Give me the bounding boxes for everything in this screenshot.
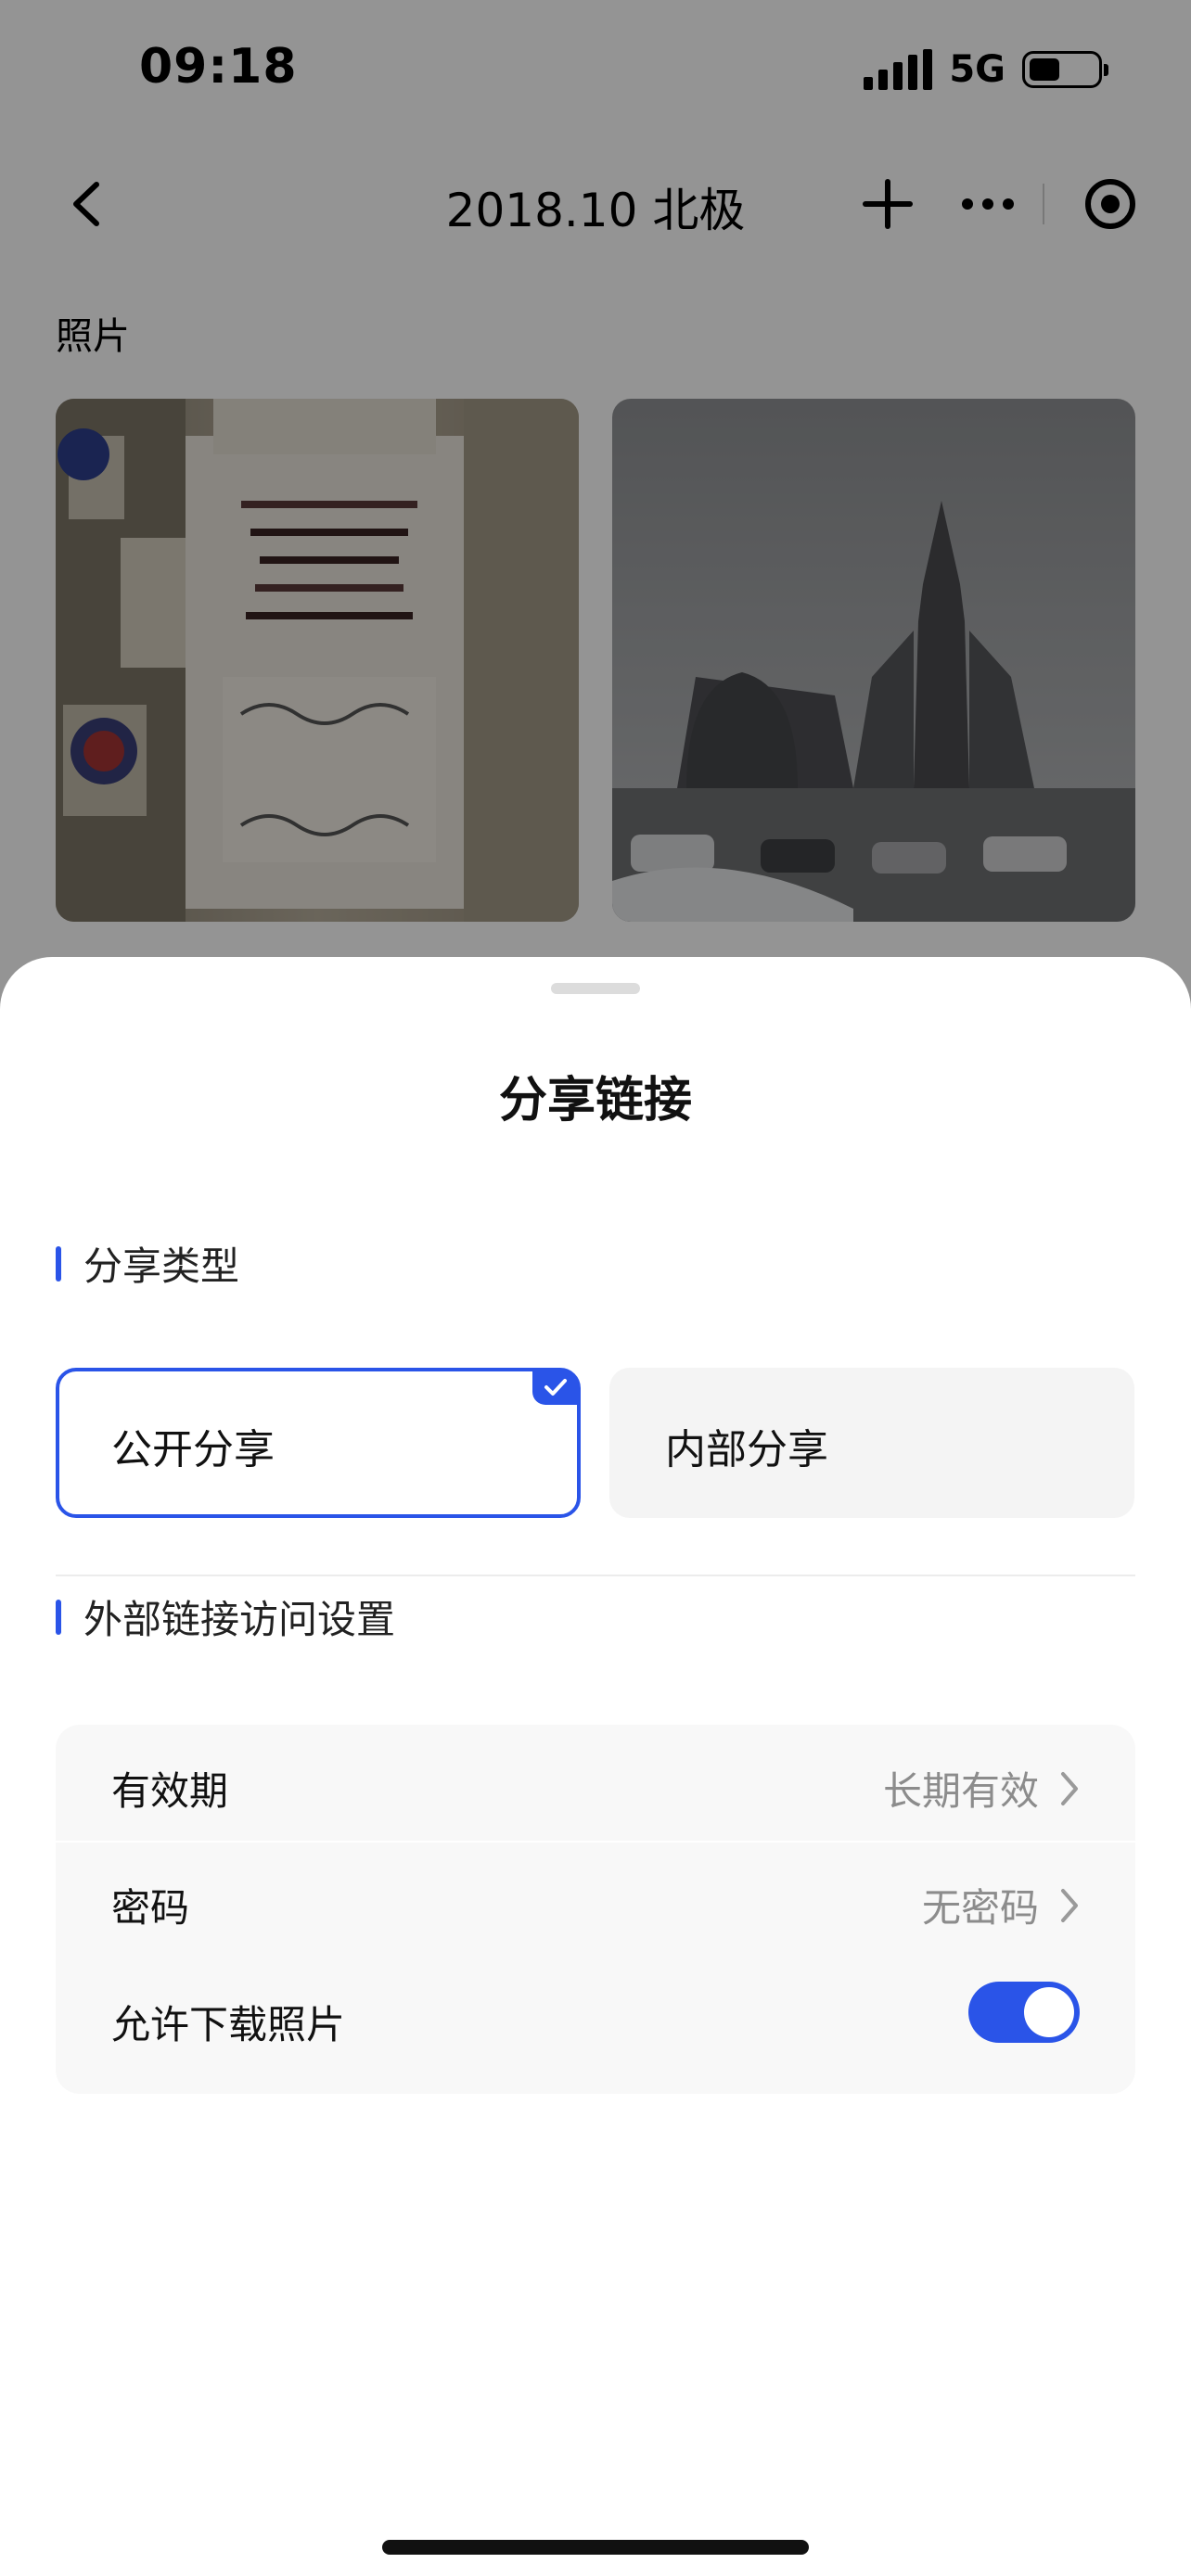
expiry-label: 有效期 <box>111 1768 229 1814</box>
expiry-row[interactable]: 有效期 长期有效 <box>56 1725 1135 1843</box>
access-settings-card: 有效期 长期有效 密码 无密码 允许下载照片 <box>56 1725 1135 2094</box>
chevron-right-icon <box>1061 1888 1078 1922</box>
section-accent-bar <box>56 1599 61 1635</box>
home-indicator[interactable] <box>382 2540 809 2555</box>
download-row: 允许下载照片 <box>56 1958 1135 2074</box>
share-link-sheet: 分享链接 分享类型 公开分享 内部分享 外部链接访问设置 有效期 长期有效 密码… <box>0 957 1191 2576</box>
sheet-title: 分享链接 <box>498 1073 692 1129</box>
expiry-value: 长期有效 <box>882 1768 1039 1814</box>
share-type-heading-text: 分享类型 <box>83 1243 240 1289</box>
expiry-value-wrap: 长期有效 <box>883 1760 1080 1817</box>
toggle-knob <box>1024 1987 1074 2037</box>
password-row[interactable]: 密码 无密码 <box>56 1842 1135 1958</box>
section-divider <box>56 1575 1135 1576</box>
share-option-public-label: 公开分享 <box>111 1426 275 1473</box>
check-icon <box>532 1370 579 1405</box>
download-label: 允许下载照片 <box>111 2002 346 2047</box>
password-label: 密码 <box>111 1885 190 1931</box>
download-toggle[interactable] <box>968 1982 1080 2043</box>
share-option-internal[interactable]: 内部分享 <box>609 1368 1134 1518</box>
chevron-right-icon <box>1061 1771 1078 1805</box>
password-value: 无密码 <box>921 1885 1039 1931</box>
section-accent-bar <box>56 1245 61 1282</box>
share-type-heading: 分享类型 <box>56 1235 239 1292</box>
password-value-wrap: 无密码 <box>922 1877 1080 1933</box>
access-settings-heading-text: 外部链接访问设置 <box>83 1597 396 1642</box>
share-option-public[interactable]: 公开分享 <box>56 1368 581 1518</box>
share-option-internal-label: 内部分享 <box>665 1426 828 1473</box>
sheet-drag-handle[interactable] <box>551 983 640 994</box>
access-settings-heading: 外部链接访问设置 <box>56 1588 395 1645</box>
